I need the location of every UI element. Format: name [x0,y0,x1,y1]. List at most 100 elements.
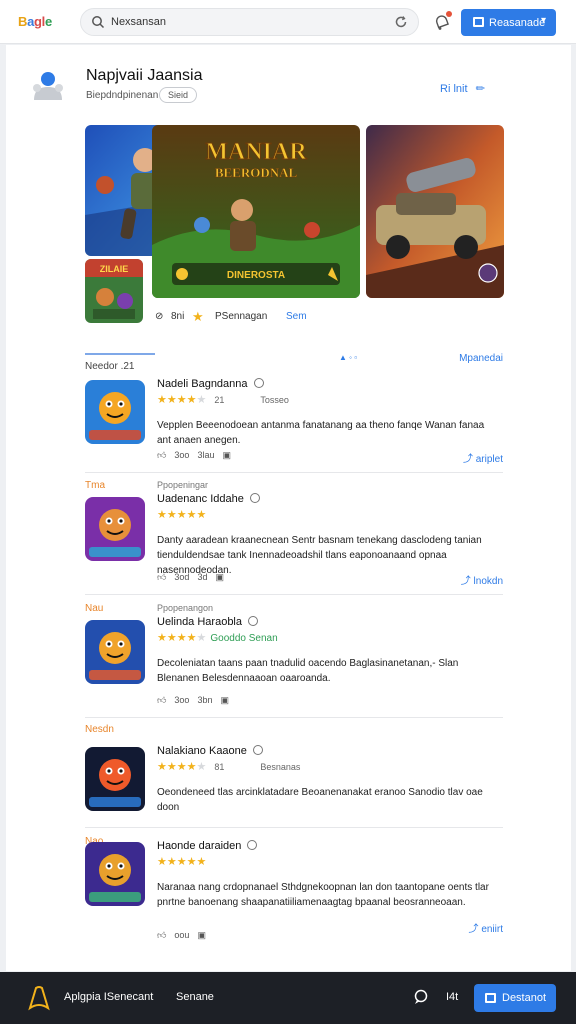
section-pager[interactable]: ▲ ◦ ▫ [339,353,357,362]
search-input[interactable]: Nexsansan [80,8,419,36]
window-icon [473,17,484,27]
star-icon: ★ [176,856,187,868]
profile-name: Napjvaii Jaansia [86,67,203,84]
bookmark-icon[interactable]: ▣ [197,930,206,940]
star-icon: ★ [186,761,197,773]
app-logo-icon[interactable] [26,984,52,1012]
refresh-icon[interactable] [394,15,408,29]
featured-title-line2: BEERODNAL [215,165,298,180]
rating-count: 81 [214,762,225,772]
search-icon[interactable] [253,378,264,388]
rating-extra: Besnanas [260,762,301,772]
logo-letter: a [27,14,35,29]
app-title[interactable]: Uelinda Haraobla [157,616,258,628]
list-group-label: Tma [85,480,105,491]
avatar[interactable] [30,68,66,104]
star-icon: ★ [192,309,204,324]
bottom-app-name[interactable]: Aplgpia ISenecant [64,991,153,1003]
meta-category[interactable]: PSennagan [215,311,267,322]
thumbs-up-icon[interactable]: 👍︎ [157,930,166,940]
search-icon[interactable] [252,745,263,755]
chat-icon[interactable] [413,989,429,1005]
app-stat: 3d [197,572,208,582]
app-title-text: Nalakiano Kaaone [157,745,247,757]
install-label: ariplet [475,454,503,465]
search-icon[interactable] [248,616,258,626]
section-title: Needor .21 [85,361,135,372]
bookmark-icon[interactable]: ▣ [222,450,231,460]
logo-letter: B [18,14,28,29]
section-underline [85,353,155,355]
banner-featured[interactable]: MANIAR BEERODNAL DINEROSTA [152,125,360,298]
app-stat: 3oo [174,450,190,460]
star-icon: ★ [186,856,197,868]
install-link[interactable]: ⤴ ariplet [463,450,503,465]
meta-link[interactable]: Sem [286,311,307,322]
app-description: Vepplen Beeenodoean antanma fanatanang a… [157,420,485,446]
bookmark-icon[interactable]: ▣ [215,572,224,582]
bottom-link[interactable]: Senane [176,991,214,1003]
app-description: Naranaa nang crdopnanael Sthdgnekoopnan … [157,882,489,908]
install-link[interactable]: ⤴ lnokdn [461,572,503,587]
edit-profile-link[interactable]: Ri lnit ✎ [440,81,488,96]
app-icon[interactable] [85,747,145,811]
app-icon[interactable] [85,380,145,444]
app-description: Decoleniatan taans paan tnadulid oacendo… [157,658,459,684]
section-more-link[interactable]: Mpanedai [459,353,503,364]
rating-stars: ★★★★★ 21 Tosseo [157,393,289,406]
thumbs-up-icon[interactable]: 👍︎ [157,450,166,460]
install-label: eniirt [481,924,503,935]
list-divider [85,717,503,718]
banner-tile-thumb[interactable]: ZILAIE [85,259,143,323]
app-actions: 👍︎ oou ▣ [157,930,214,941]
top-bar: Bagle Nexsansan Reasanade ▾ [0,0,576,44]
star-icon: ★ [196,394,207,406]
star-icon: ★ [196,632,207,644]
app-icon[interactable] [85,620,145,684]
link-icon: ⊘ [155,311,164,322]
thumb-caption: ZILAIE [100,264,129,274]
star-icon: ★ [166,509,177,521]
app-stat: 3oo [174,695,190,705]
thumbs-up-icon[interactable]: 👍︎ [157,572,166,582]
notification-dot [446,11,452,17]
star-icon: ★ [157,394,167,406]
install-link[interactable]: ⤴ eniirt [469,920,503,935]
share-icon: ⤴ [462,454,476,465]
search-icon[interactable] [249,493,260,503]
star-icon: ★ [176,509,187,521]
app-title[interactable]: Uadenanc Iddahe [157,493,260,505]
notifications-button[interactable] [434,11,452,31]
star-icon: ★ [166,761,177,773]
app-title[interactable]: Nadeli Bagndanna [157,378,264,390]
star-icon: ★ [166,632,177,644]
featured-title-line1: MANIAR [205,139,307,165]
app-icon[interactable] [85,842,145,906]
app-stat: 3od [174,572,190,582]
star-icon: ★ [186,632,197,644]
star-icon: ★ [166,856,177,868]
list-group-label: Nau [85,603,104,614]
app-logo[interactable]: Bagle [18,14,52,29]
star-icon: ★ [157,509,167,521]
app-title[interactable]: Haonde daraiden [157,840,258,852]
rating-stars: ★★★★★ [157,508,206,521]
section-header: Needor .21 ▲ ◦ ▫ Mpanedai [85,353,503,373]
bookmark-icon[interactable]: ▣ [220,695,229,705]
star-icon: ★ [176,761,187,773]
rating-stars: ★★★★★ Gooddo Senan [157,631,278,644]
app-icon[interactable] [85,497,145,561]
bottom-action-label: Destanot [502,992,547,1004]
app-title[interactable]: Nalakiano Kaaone [157,745,263,757]
search-icon[interactable] [247,840,258,850]
profile-tag[interactable]: Sieid [159,87,197,103]
banner-tile-vehicle[interactable] [366,125,504,298]
bottom-action-button[interactable]: Destanot [474,984,556,1012]
rating-stars: ★★★★★ 81 Besnanas [157,760,300,773]
top-action-button[interactable]: Reasanade ▾ [461,9,556,36]
list-divider [85,472,503,473]
star-icon: ★ [196,509,207,521]
rating-count: 21 [214,395,225,405]
app-title-text: Nadeli Bagndanna [157,378,248,390]
thumbs-up-icon[interactable]: 👍︎ [157,695,166,705]
